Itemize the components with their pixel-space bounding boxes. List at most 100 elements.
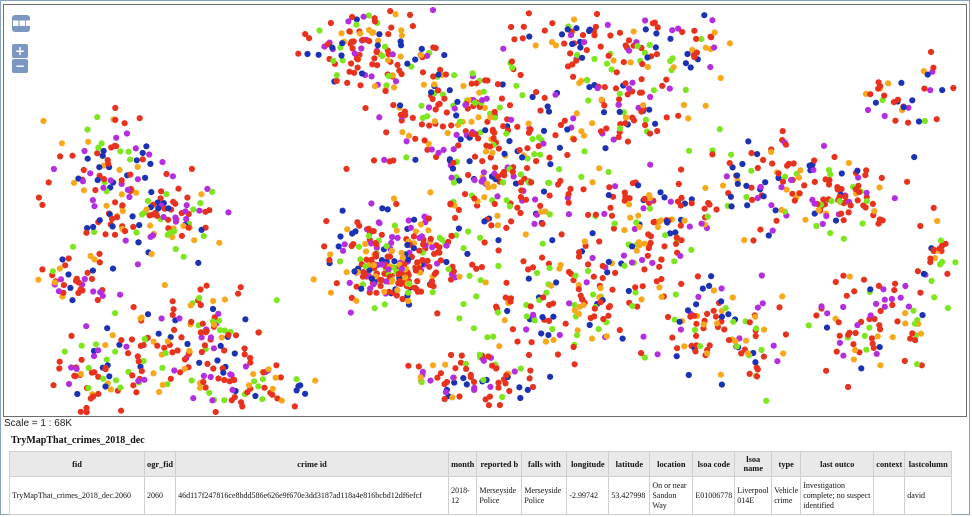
crime-point[interactable] xyxy=(836,198,843,205)
crime-point[interactable] xyxy=(873,300,880,307)
crime-point[interactable] xyxy=(678,166,685,173)
crime-point[interactable] xyxy=(358,285,365,292)
crime-point[interactable] xyxy=(569,40,576,48)
crime-point[interactable] xyxy=(420,241,427,248)
crime-point[interactable] xyxy=(387,8,394,15)
crime-point[interactable] xyxy=(57,153,64,160)
crime-point[interactable] xyxy=(132,145,139,152)
crime-point[interactable] xyxy=(167,375,174,382)
crime-point[interactable] xyxy=(393,227,400,234)
crime-point[interactable] xyxy=(227,371,234,378)
crime-point[interactable] xyxy=(570,136,578,143)
crime-point[interactable] xyxy=(330,57,337,64)
crime-point[interactable] xyxy=(232,332,240,339)
crime-point[interactable] xyxy=(685,147,693,154)
crime-point[interactable] xyxy=(455,225,462,232)
crime-point[interactable] xyxy=(164,338,171,345)
crime-point[interactable] xyxy=(892,280,899,287)
crime-point[interactable] xyxy=(578,77,585,84)
crime-point[interactable] xyxy=(952,259,959,266)
crime-point[interactable] xyxy=(889,334,896,341)
crime-point[interactable] xyxy=(734,172,741,179)
crime-point[interactable] xyxy=(546,265,553,272)
crime-point[interactable] xyxy=(338,52,345,59)
crime-point[interactable] xyxy=(436,249,443,256)
crime-point[interactable] xyxy=(370,262,377,269)
crime-point[interactable] xyxy=(677,326,685,333)
crime-point[interactable] xyxy=(139,149,146,157)
crime-point[interactable] xyxy=(494,173,501,180)
crime-point[interactable] xyxy=(109,265,117,272)
crime-point[interactable] xyxy=(760,353,768,360)
crime-point[interactable] xyxy=(680,101,688,109)
crime-point[interactable] xyxy=(728,151,735,158)
crime-point[interactable] xyxy=(628,259,636,266)
table-row[interactable]: TryMapThat_crimes_2018_dec.2060 2060 46d… xyxy=(9,476,953,515)
crime-point[interactable] xyxy=(591,32,598,39)
crime-point[interactable] xyxy=(585,97,592,104)
crime-point[interactable] xyxy=(508,218,515,225)
crime-point[interactable] xyxy=(346,28,353,35)
crime-point[interactable] xyxy=(379,261,386,268)
crime-point[interactable] xyxy=(500,168,508,175)
crime-point[interactable] xyxy=(847,202,854,209)
crime-point[interactable] xyxy=(744,350,751,357)
crime-point[interactable] xyxy=(201,342,208,349)
crime-point[interactable] xyxy=(475,135,482,142)
crime-point[interactable] xyxy=(525,10,533,17)
crime-point[interactable] xyxy=(915,118,923,125)
crime-point[interactable] xyxy=(210,345,217,352)
crime-point[interactable] xyxy=(753,325,760,332)
crime-point[interactable] xyxy=(506,138,513,145)
crime-point[interactable] xyxy=(362,248,370,255)
crime-point[interactable] xyxy=(365,12,372,19)
crime-point[interactable] xyxy=(159,159,166,166)
crime-point[interactable] xyxy=(169,298,176,305)
crime-point[interactable] xyxy=(606,184,613,191)
crime-point[interactable] xyxy=(523,326,530,333)
crime-point[interactable] xyxy=(188,377,195,384)
crime-point[interactable] xyxy=(99,292,106,299)
crime-point[interactable] xyxy=(524,145,531,152)
crime-point[interactable] xyxy=(741,237,748,244)
crime-point[interactable] xyxy=(864,106,872,114)
crime-point[interactable] xyxy=(405,297,412,305)
crime-point[interactable] xyxy=(473,293,480,300)
crime-point[interactable] xyxy=(471,177,478,184)
crime-point[interactable] xyxy=(813,222,820,230)
crime-point[interactable] xyxy=(823,367,830,374)
crime-point[interactable] xyxy=(385,31,392,38)
crime-point[interactable] xyxy=(395,270,403,277)
crime-point[interactable] xyxy=(861,332,868,339)
crime-point[interactable] xyxy=(930,246,937,253)
crime-point[interactable] xyxy=(215,375,222,382)
crime-point[interactable] xyxy=(188,318,195,325)
crime-point[interactable] xyxy=(750,237,757,244)
crime-point[interactable] xyxy=(175,185,182,192)
crime-point[interactable] xyxy=(390,195,398,202)
crime-point[interactable] xyxy=(495,247,502,254)
crime-point[interactable] xyxy=(622,120,629,127)
crime-point[interactable] xyxy=(871,208,878,215)
crime-point[interactable] xyxy=(170,306,177,313)
crime-point[interactable] xyxy=(480,88,487,95)
crime-point[interactable] xyxy=(605,258,613,265)
crime-point[interactable] xyxy=(914,268,922,275)
crime-point[interactable] xyxy=(487,143,494,150)
crime-point[interactable] xyxy=(546,301,553,309)
crime-point[interactable] xyxy=(773,217,780,224)
crime-point[interactable] xyxy=(867,286,874,293)
crime-point[interactable] xyxy=(875,282,883,289)
crime-point[interactable] xyxy=(867,312,874,319)
crime-point[interactable] xyxy=(525,120,532,127)
crime-point[interactable] xyxy=(930,64,937,71)
crime-point[interactable] xyxy=(769,227,776,234)
crime-point[interactable] xyxy=(721,326,728,333)
crime-point[interactable] xyxy=(726,40,734,47)
crime-point[interactable] xyxy=(357,82,364,89)
crime-point[interactable] xyxy=(570,343,577,351)
crime-point[interactable] xyxy=(840,217,847,224)
column-header[interactable]: lsoa code xyxy=(692,451,736,477)
crime-point[interactable] xyxy=(595,326,602,333)
crime-point[interactable] xyxy=(39,201,46,208)
